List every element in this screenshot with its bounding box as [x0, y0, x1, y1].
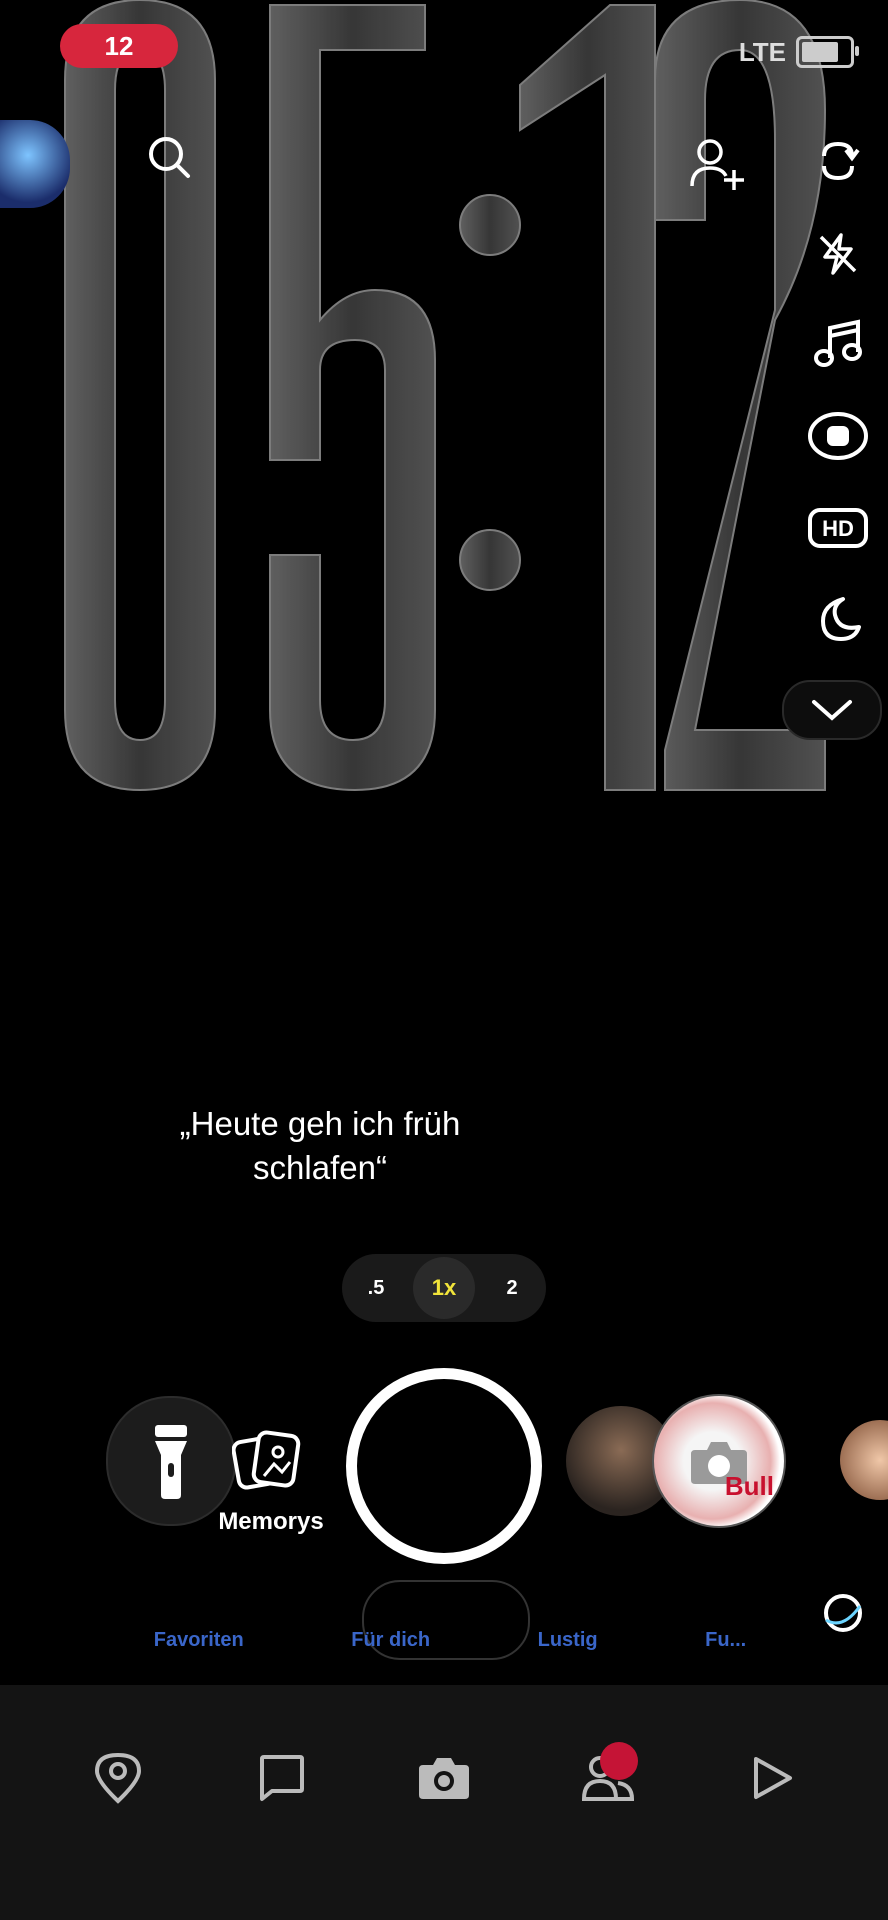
notification-badge[interactable]: 12	[60, 24, 178, 68]
memories-icon[interactable]	[232, 1428, 302, 1492]
flashlight-button[interactable]	[106, 1396, 236, 1526]
svg-text:HD: HD	[822, 516, 854, 541]
lens-brand-text: Bull	[724, 1471, 774, 1501]
hd-icon[interactable]: HD	[806, 496, 870, 560]
spotlight-icon[interactable]	[742, 1748, 802, 1808]
clock-overlay	[64, 0, 827, 792]
network-label: LTE	[738, 36, 786, 67]
battery-icon	[796, 36, 859, 68]
notification-count: 12	[104, 30, 134, 61]
chat-icon[interactable]	[252, 1748, 312, 1808]
zoom-2[interactable]: 2	[481, 1257, 543, 1319]
stories-notification-dot	[600, 1742, 638, 1780]
chevron-down-icon	[812, 700, 852, 721]
flip-camera-icon[interactable]	[806, 128, 870, 192]
spectacles-icon[interactable]	[820, 1590, 866, 1636]
tab-more[interactable]: Fu...	[705, 1629, 746, 1652]
music-icon[interactable]	[806, 312, 870, 376]
tab-fuer-dich[interactable]: Für dich	[351, 1629, 430, 1652]
memories-label[interactable]: Memorys	[206, 1508, 336, 1536]
shutter-button[interactable]	[346, 1368, 542, 1564]
tab-favoriten[interactable]: Favoriten	[154, 1629, 244, 1652]
add-friend-icon[interactable]	[688, 134, 748, 194]
camera-icon[interactable]	[414, 1748, 474, 1808]
more-tools-button[interactable]	[782, 680, 882, 740]
zoom-1x[interactable]: 1x	[413, 1257, 475, 1319]
flash-off-icon[interactable]	[806, 222, 870, 286]
night-mode-icon[interactable]	[806, 586, 870, 650]
caption-text[interactable]: „Heute geh ich früh schlafen“	[120, 1102, 520, 1190]
lens-category-tabs: Favoriten Für dich Lustig Fu...	[100, 1620, 800, 1660]
bitmoji-avatar[interactable]	[0, 120, 70, 208]
lens-carousel-item[interactable]: Bull	[652, 1394, 786, 1528]
lens-carousel-item[interactable]	[840, 1420, 888, 1500]
dual-camera-icon[interactable]	[806, 404, 870, 468]
zoom-selector: .5 1x 2	[342, 1254, 546, 1322]
status-bar-right: LTE	[714, 34, 859, 70]
zoom-0-5[interactable]: .5	[345, 1257, 407, 1319]
tab-lustig[interactable]: Lustig	[538, 1629, 598, 1652]
flashlight-icon	[155, 1425, 187, 1499]
search-icon[interactable]	[146, 134, 192, 180]
map-icon[interactable]	[88, 1748, 148, 1808]
